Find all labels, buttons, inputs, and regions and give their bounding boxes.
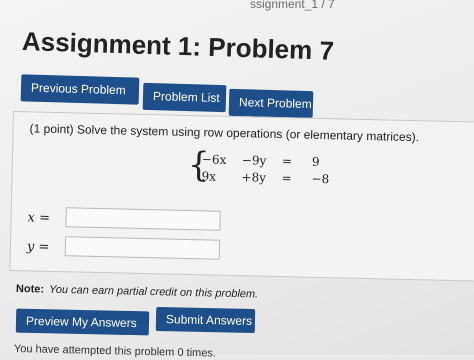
answer-label-x: x = — [27, 210, 51, 226]
equation-rhs: 9 — [311, 154, 320, 169]
answer-label-y: y = — [26, 239, 50, 255]
previous-problem-button[interactable]: Previous Problem — [20, 74, 140, 105]
note-label: Note: — [15, 283, 45, 296]
equation-term: +8y — [241, 170, 267, 185]
preview-answers-button[interactable]: Preview My Answers — [15, 308, 150, 336]
equation-rhs: −8 — [311, 171, 330, 187]
problem-panel: (1 point) Solve the system using row ope… — [9, 111, 474, 282]
note-text: You can earn partial credit on this prob… — [48, 283, 259, 301]
attempts-text: You have attempted this problem 0 times. — [13, 343, 217, 360]
problem-statement: (1 point) Solve the system using row ope… — [29, 121, 420, 145]
next-problem-button[interactable]: Next Problem — [228, 88, 314, 119]
equation-row-2: 9x +8y = −8 — [199, 169, 329, 188]
equation-term: −9y — [241, 153, 267, 168]
equation-row-1: −6x −9y = 9 — [200, 152, 330, 171]
page: ssignment_1 / 7 Assignment 1: Problem 7 … — [0, 0, 474, 360]
answer-input-y[interactable] — [64, 236, 221, 260]
partial-credit-note: Note: You can earn partial credit on this… — [16, 283, 258, 300]
equation-term: 9x — [201, 169, 217, 184]
problem-list-button[interactable]: Problem List — [142, 82, 227, 113]
equation-equals: = — [281, 154, 293, 169]
page-title: Assignment 1: Problem 7 — [21, 26, 335, 66]
submit-answers-button[interactable]: Submit Answers — [155, 306, 256, 334]
breadcrumb: ssignment_1 / 7 — [250, 0, 335, 11]
equation-equals: = — [281, 171, 292, 186]
answer-input-x[interactable] — [65, 207, 221, 231]
equation-term: −6x — [201, 152, 227, 167]
